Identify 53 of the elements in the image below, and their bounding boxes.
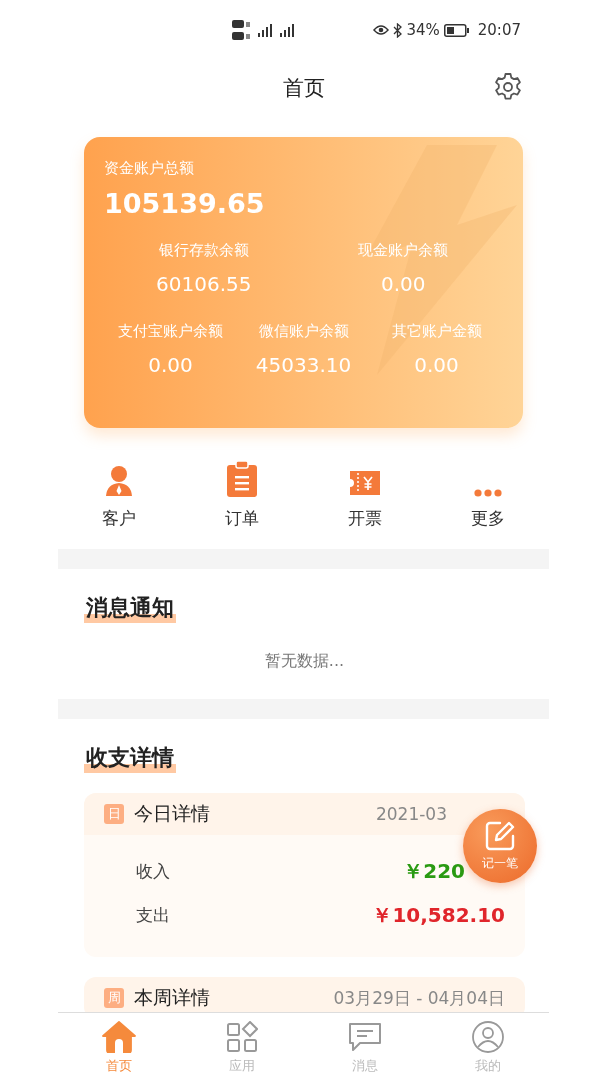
eye-icon xyxy=(373,24,390,36)
clipboard-icon xyxy=(226,460,259,497)
page-title: 首页 xyxy=(282,74,325,102)
account-label: 其它账户金额 xyxy=(391,322,482,341)
profile-icon xyxy=(471,1021,504,1053)
amount-value: ￥10,582.10 xyxy=(372,901,505,929)
person-icon xyxy=(105,464,134,497)
account-value: 0.00 xyxy=(148,353,193,377)
total-label: 资金账户总额 xyxy=(104,159,195,178)
section-title: 收支详情 xyxy=(84,743,176,773)
amount-value: ￥220 xyxy=(403,857,465,885)
amount-label: 支出 xyxy=(136,903,170,927)
more-icon xyxy=(473,488,502,497)
empty-message: 暂无数据... xyxy=(263,651,346,672)
period-date: 03月29日 - 04月04日 xyxy=(333,986,505,1010)
account-value: 0.00 xyxy=(381,272,426,296)
account-value: 0.00 xyxy=(414,353,459,377)
account-label: 现金账户余额 xyxy=(358,241,449,260)
quick-action[interactable]: 订单 xyxy=(180,457,304,530)
period-date: 2021-03 xyxy=(375,804,447,824)
period-badge: 日 xyxy=(104,804,124,824)
section-title: 消息通知 xyxy=(84,593,176,623)
quick-action[interactable]: 客户 xyxy=(58,457,181,530)
tab-bar-item[interactable]: 我的 xyxy=(426,1013,549,1080)
clock-time: 20:07 xyxy=(477,21,521,39)
apps-icon xyxy=(226,1021,259,1053)
tab-bar-item[interactable]: 首页 xyxy=(58,1013,181,1080)
signal-icon xyxy=(258,23,272,37)
hd-icon xyxy=(232,20,250,28)
total-amount: 105139.65 xyxy=(104,188,266,219)
period-title: 今日详情 xyxy=(134,801,211,826)
period-badge: 周 xyxy=(104,988,124,1008)
account-label: 微信账户余额 xyxy=(258,322,349,341)
quick-action[interactable]: 开票 xyxy=(303,457,427,530)
account-value: 60106.55 xyxy=(156,272,252,296)
tab-bar-item[interactable]: 消息 xyxy=(303,1013,427,1080)
tab-bar-item[interactable]: 应用 xyxy=(180,1013,304,1080)
hd-icon xyxy=(232,32,250,40)
signal-icon xyxy=(280,23,294,37)
ticket-icon xyxy=(348,468,381,497)
quick-action[interactable]: 更多 xyxy=(426,457,549,530)
battery-icon xyxy=(443,23,470,37)
bluetooth-icon xyxy=(393,22,403,38)
edit-icon xyxy=(484,820,516,852)
settings-icon[interactable] xyxy=(492,71,524,103)
account-label: 银行存款余额 xyxy=(158,241,249,260)
chat-icon xyxy=(347,1021,382,1053)
period-title: 本周详情 xyxy=(134,985,211,1010)
account-value: 45033.10 xyxy=(255,353,352,377)
account-label: 支付宝账户余额 xyxy=(118,322,223,341)
home-icon xyxy=(102,1021,137,1053)
amount-label: 收入 xyxy=(136,859,170,883)
battery-percent: 34% xyxy=(406,21,440,39)
